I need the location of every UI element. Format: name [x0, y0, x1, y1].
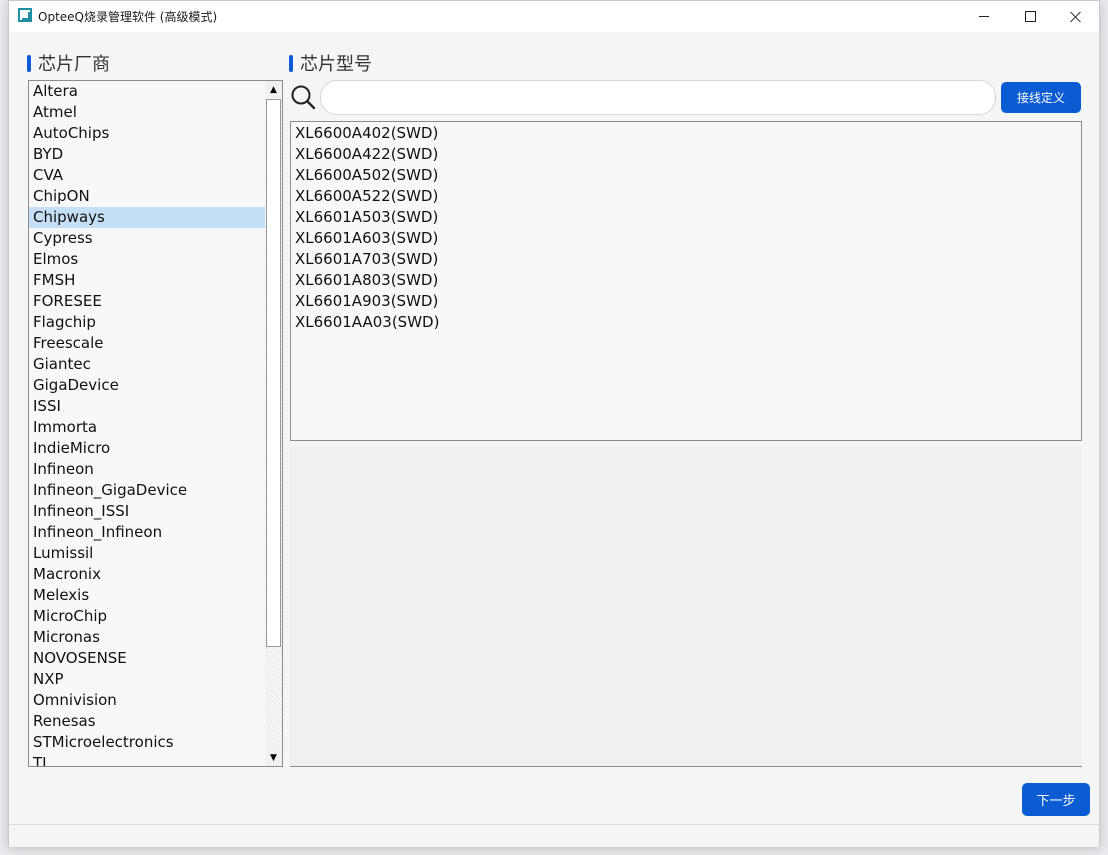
model-list-item[interactable]: XL6600A502(SWD): [291, 165, 1081, 186]
vendor-list-item[interactable]: Lumissil: [29, 543, 265, 564]
vendor-list-item[interactable]: NOVOSENSE: [29, 648, 265, 669]
vendor-title-text: 芯片厂商: [38, 54, 110, 75]
vendor-list-item[interactable]: Immorta: [29, 417, 265, 438]
app-window: OpteeQ烧录管理软件 (高级模式) 芯片厂商 芯片型号 Altera Atme…: [8, 0, 1100, 847]
minimize-button[interactable]: [961, 1, 1007, 32]
model-list-item[interactable]: XL6600A422(SWD): [291, 144, 1081, 165]
model-list[interactable]: XL6600A402(SWD) XL6600A422(SWD) XL6600A502…: [290, 121, 1082, 441]
model-list-item[interactable]: XL6601A703(SWD): [291, 249, 1081, 270]
scroll-down-arrow-icon[interactable]: ▼: [265, 749, 282, 766]
next-step-button[interactable]: 下一步: [1022, 783, 1090, 816]
vendor-list-item[interactable]: AutoChips: [29, 123, 265, 144]
model-list-item[interactable]: XL6601AA03(SWD): [291, 312, 1081, 333]
vendor-list-item[interactable]: Renesas: [29, 711, 265, 732]
main-content: 芯片厂商 芯片型号 Altera Atmel AutoChips BYD CVA Chip…: [9, 32, 1099, 824]
vendor-list-item[interactable]: Micronas: [29, 627, 265, 648]
scroll-thumb[interactable]: [266, 99, 281, 647]
vendor-list[interactable]: Altera Atmel AutoChips BYD CVA ChipON Chipways…: [28, 80, 283, 767]
vendor-list-item[interactable]: Freescale: [29, 333, 265, 354]
vendor-list-item[interactable]: Melexis: [29, 585, 265, 606]
status-bar: [9, 824, 1099, 847]
maximize-icon: [1024, 11, 1036, 22]
vendor-list-item[interactable]: Cypress: [29, 228, 265, 249]
vendor-list-item[interactable]: Omnivision: [29, 690, 265, 711]
vendor-list-item[interactable]: NXP: [29, 669, 265, 690]
model-list-item[interactable]: XL6601A603(SWD): [291, 228, 1081, 249]
vendor-list-item[interactable]: FMSH: [29, 270, 265, 291]
vendor-list-item[interactable]: Giantec: [29, 354, 265, 375]
close-button[interactable]: [1053, 1, 1099, 32]
model-list-item[interactable]: XL6601A803(SWD): [291, 270, 1081, 291]
maximize-button[interactable]: [1007, 1, 1053, 32]
vendor-list-item[interactable]: TI: [29, 753, 265, 766]
wiring-definition-button[interactable]: 接线定义: [1001, 82, 1081, 113]
model-list-item[interactable]: XL6600A522(SWD): [291, 186, 1081, 207]
window-title: OpteeQ烧录管理软件 (高级模式): [38, 10, 218, 24]
model-section-title: 芯片型号: [289, 50, 372, 76]
vendor-list-item[interactable]: BYD: [29, 144, 265, 165]
model-detail-panel: [290, 447, 1082, 767]
model-list-item[interactable]: XL6600A402(SWD): [291, 123, 1081, 144]
title-bar[interactable]: OpteeQ烧录管理软件 (高级模式): [9, 1, 1099, 32]
vendor-list-item[interactable]: Altera: [29, 81, 265, 102]
model-list-item[interactable]: XL6601A903(SWD): [291, 291, 1081, 312]
vendor-list-item[interactable]: Elmos: [29, 249, 265, 270]
vendor-section-title: 芯片厂商: [27, 50, 110, 76]
vendor-list-item[interactable]: Macronix: [29, 564, 265, 585]
app-logo-icon: [18, 8, 32, 22]
vendor-list-item[interactable]: CVA: [29, 165, 265, 186]
vendor-list-item[interactable]: Infineon_GigaDevice: [29, 480, 265, 501]
model-list-item[interactable]: XL6601A503(SWD): [291, 207, 1081, 228]
vendor-list-item[interactable]: STMicroelectronics: [29, 732, 265, 753]
search-icon[interactable]: [290, 84, 316, 110]
vendor-list-item[interactable]: GigaDevice: [29, 375, 265, 396]
vendor-items: Altera Atmel AutoChips BYD CVA ChipON Chipways…: [29, 81, 265, 766]
section-accent-bar: [289, 54, 293, 72]
vendor-list-item[interactable]: FORESEE: [29, 291, 265, 312]
vendor-list-item[interactable]: Infineon: [29, 459, 265, 480]
vendor-list-item[interactable]: Atmel: [29, 102, 265, 123]
close-icon: [1070, 11, 1082, 23]
vendor-list-item[interactable]: ChipON: [29, 186, 265, 207]
model-title-text: 芯片型号: [300, 54, 372, 75]
vendor-list-item[interactable]: MicroChip: [29, 606, 265, 627]
vendor-list-item[interactable]: Chipways: [29, 207, 265, 228]
minimize-icon: [979, 16, 989, 17]
vendor-list-item[interactable]: Flagchip: [29, 312, 265, 333]
vendor-list-item[interactable]: Infineon_Infineon: [29, 522, 265, 543]
section-accent-bar: [27, 54, 31, 72]
vendor-list-item[interactable]: IndieMicro: [29, 438, 265, 459]
vendor-list-item[interactable]: ISSI: [29, 396, 265, 417]
vendor-list-scrollbar[interactable]: ▲ ▼: [265, 81, 282, 766]
scroll-up-arrow-icon[interactable]: ▲: [265, 81, 282, 98]
vendor-list-item[interactable]: Infineon_ISSI: [29, 501, 265, 522]
model-search-input[interactable]: [320, 80, 996, 115]
